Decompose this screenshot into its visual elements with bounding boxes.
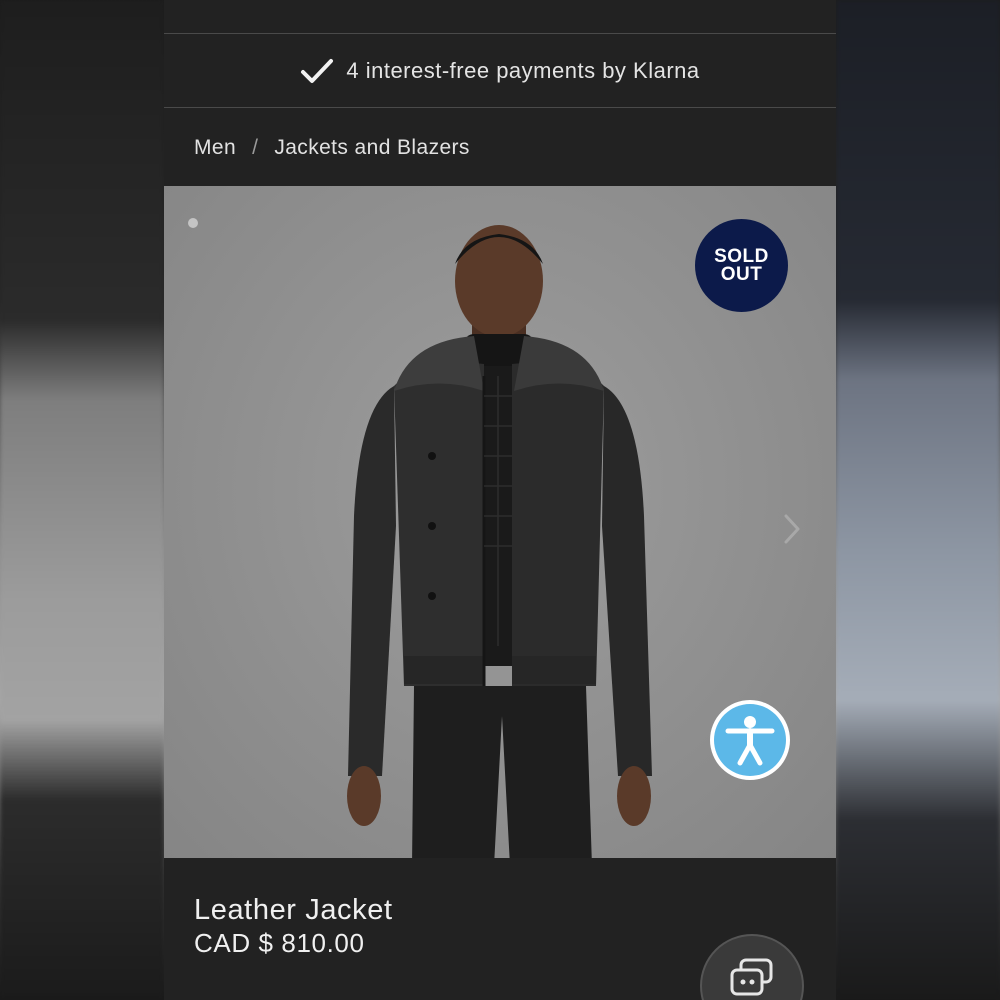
chat-icon [730,958,773,996]
backdrop-right [836,0,1000,1000]
breadcrumb: Men / Jackets and Blazers [164,110,836,186]
klarna-text: 4 interest-free payments by Klarna [346,58,700,83]
product-title: Leather Jacket [194,894,393,926]
chat-button[interactable] [702,936,802,1000]
chevron-right-icon[interactable] [782,512,802,546]
check-icon [301,59,334,83]
backdrop-left [0,0,164,1000]
top-strip [164,0,836,34]
mobile-page: 4 interest-free payments by Klarna Men /… [164,0,836,1000]
accessibility-icon [714,704,786,776]
klarna-banner[interactable]: 4 interest-free payments by Klarna [164,35,836,108]
carousel-dot[interactable] [188,218,198,228]
model-photo [347,225,652,858]
sold-out-line2: OUT [720,263,763,285]
breadcrumb-item-men[interactable]: Men [194,136,236,160]
breadcrumb-separator: / [252,136,259,159]
product-price: CAD $ 810.00 [194,928,365,958]
product-info: Leather Jacket CAD $ 810.00 [164,858,836,1000]
sold-out-badge: SOLD OUT [695,219,788,312]
accessibility-button[interactable] [710,700,790,780]
breadcrumb-item-jackets[interactable]: Jackets and Blazers [274,136,470,160]
product-image[interactable]: SOLD OUT [164,186,836,858]
